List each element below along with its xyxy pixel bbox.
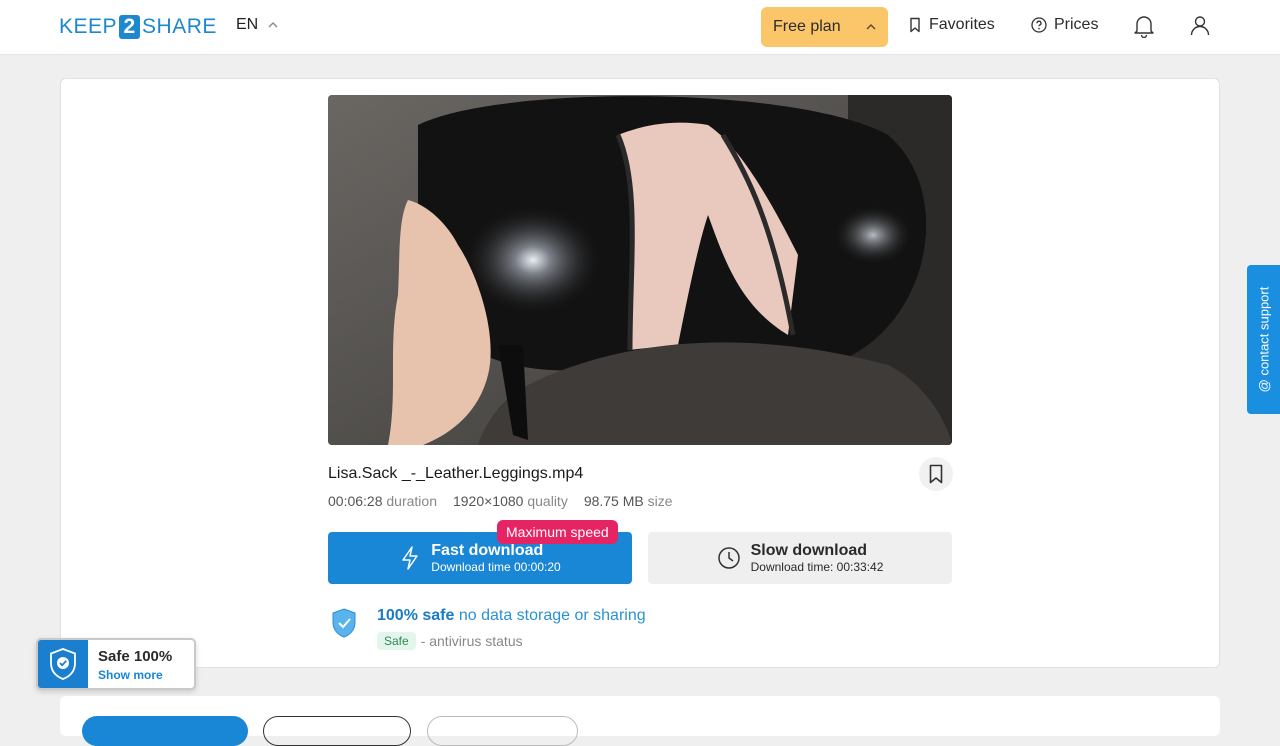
language-label: EN <box>236 16 259 33</box>
logo-text-left: KEEP <box>59 15 118 38</box>
safe-widget-title: Safe 100% <box>98 648 173 665</box>
free-plan-button[interactable]: Free plan <box>761 7 888 47</box>
add-to-favorites-button[interactable] <box>919 457 953 491</box>
show-more-link[interactable]: Show more <box>98 668 163 682</box>
meta-size: 98.75 MB size <box>584 493 673 509</box>
shield-check-icon <box>332 608 356 638</box>
antivirus-label: - antivirus status <box>420 633 523 649</box>
antivirus-status: Safe - antivirus status <box>377 632 523 650</box>
safety-detail-text: no data storage or sharing <box>458 607 646 624</box>
size-label: size <box>647 493 673 509</box>
video-thumbnail-image <box>328 95 952 445</box>
prices-label: Prices <box>1054 16 1099 33</box>
safety-statement: 100% safe no data storage or sharing <box>377 607 646 625</box>
shield-check-icon <box>50 648 76 680</box>
fast-download-time: Download time 00:00:20 <box>431 559 561 574</box>
user-profile-icon[interactable] <box>1189 14 1211 38</box>
tab-second[interactable] <box>263 716 411 746</box>
quality-label: quality <box>527 493 568 509</box>
contact-support-tab[interactable]: @ contact support <box>1247 265 1280 414</box>
top-header: KEEP 2 SHARE EN Free plan Favorites Pric… <box>0 0 1280 55</box>
chevron-up-icon <box>268 22 278 28</box>
maximum-speed-badge: Maximum speed <box>497 520 618 544</box>
question-circle-icon <box>1031 17 1047 33</box>
meta-quality: 1920×1080 quality <box>453 493 568 509</box>
meta-duration: 00:06:28 duration <box>328 493 437 509</box>
bookmark-icon <box>929 464 943 484</box>
favorites-label: Favorites <box>929 16 995 33</box>
file-name: Lisa.Sack _-_Leather.Leggings.mp4 <box>328 465 584 482</box>
logo-text-right: SHARE <box>142 15 217 38</box>
keep2share-logo[interactable]: KEEP 2 SHARE <box>59 15 217 39</box>
plan-label: Free plan <box>773 18 841 35</box>
safe-widget[interactable]: Safe 100% Show more <box>36 638 196 690</box>
tab-third[interactable] <box>427 716 578 746</box>
duration-label: duration <box>386 493 437 509</box>
clock-icon <box>717 547 740 569</box>
safe-widget-shield <box>38 640 88 688</box>
fast-download-label: Fast download <box>431 541 544 559</box>
language-selector[interactable]: EN <box>236 16 278 34</box>
antivirus-badge: Safe <box>377 632 416 650</box>
slow-download-button[interactable]: Slow download Download time: 00:33:42 <box>648 532 952 584</box>
chevron-up-icon <box>866 24 876 30</box>
slow-download-label: Slow download <box>750 541 868 559</box>
safety-strong-text: 100% safe <box>377 607 455 624</box>
file-meta: 00:06:28 duration 1920×1080 quality 98.7… <box>328 493 673 509</box>
tab-active[interactable] <box>82 716 248 746</box>
slow-download-time: Download time: 00:33:42 <box>750 559 884 574</box>
duration-value: 00:06:28 <box>328 493 383 509</box>
quality-value: 1920×1080 <box>452 493 524 509</box>
prices-link[interactable]: Prices <box>1031 16 1098 34</box>
size-value: 98.75 MB <box>583 493 644 509</box>
contact-support-label: @ contact support <box>1256 286 1272 393</box>
bookmark-icon <box>910 17 920 33</box>
favorites-link[interactable]: Favorites <box>908 16 995 34</box>
notification-bell-icon[interactable] <box>1133 14 1155 38</box>
video-preview[interactable] <box>328 95 952 445</box>
logo-number: 2 <box>119 15 141 39</box>
lightning-icon <box>402 546 419 570</box>
